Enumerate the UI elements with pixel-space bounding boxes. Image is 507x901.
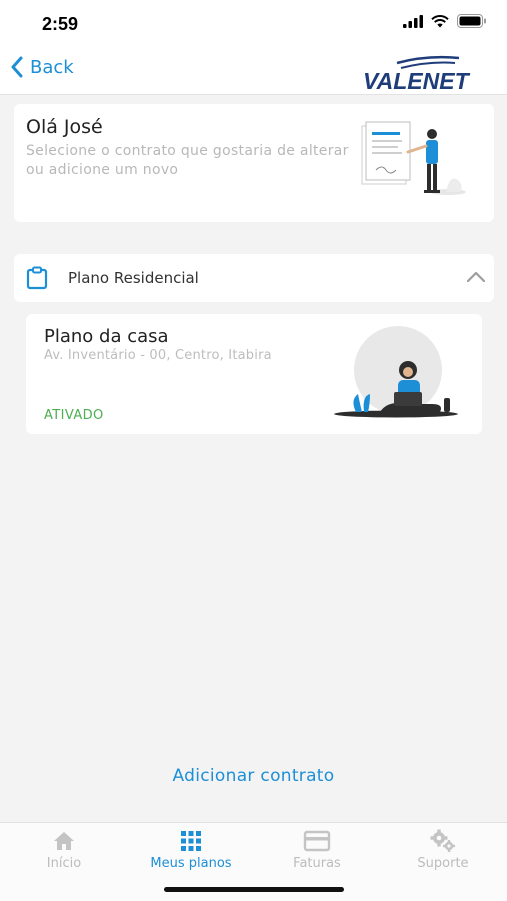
plan-address: Av. Inventário - 00, Centro, Itabira — [44, 348, 272, 363]
tab-inicio[interactable]: Início — [9, 829, 119, 871]
tab-faturas[interactable]: Faturas — [262, 829, 372, 871]
status-time: 2:59 — [42, 14, 79, 34]
back-label: Back — [30, 56, 74, 78]
greeting-title: Olá José — [26, 116, 103, 138]
valenet-logo: VALENET — [363, 55, 471, 92]
greeting-subtitle: Selecione o contrato que gostaria de alt… — [26, 143, 349, 178]
home-indicator — [164, 887, 344, 892]
status-icons — [403, 14, 487, 28]
add-contract-button[interactable]: Adicionar contrato — [0, 766, 507, 786]
tab-label: Faturas — [293, 856, 341, 871]
greeting-card: Olá José Selecione o contrato que gostar… — [14, 104, 494, 222]
logo-text: VALENET — [363, 68, 471, 92]
back-button[interactable]: Back — [10, 56, 74, 78]
tab-meus-planos[interactable]: Meus planos — [136, 829, 246, 871]
plan-section-header[interactable]: Plano Residencial — [14, 254, 494, 302]
plan-title: Plano da casa — [44, 326, 169, 347]
signal-icon — [403, 14, 423, 28]
plan-card[interactable]: Plano da casa Av. Inventário - 00, Centr… — [26, 314, 482, 434]
chevron-up-icon[interactable] — [466, 270, 486, 284]
tab-label: Suporte — [417, 856, 469, 871]
clipboard-icon — [26, 266, 48, 290]
person-laptop-illustration — [334, 326, 458, 418]
plan-status-badge: ATIVADO — [44, 408, 104, 423]
battery-icon — [457, 14, 486, 28]
contract-illustration — [361, 121, 466, 195]
grid-icon — [181, 831, 201, 851]
nav-bar: Back VALENET — [0, 48, 507, 95]
tab-label: Meus planos — [150, 856, 232, 871]
wifi-icon — [431, 14, 449, 27]
credit-card-icon — [303, 830, 331, 852]
tab-label: Início — [46, 856, 82, 871]
tab-bar: Início Meus planos Faturas Suporte — [0, 822, 507, 901]
tab-suporte[interactable]: Suporte — [388, 829, 498, 871]
home-icon — [54, 832, 74, 850]
gears-icon — [430, 829, 455, 852]
chevron-left-icon — [11, 56, 23, 78]
section-title: Plano Residencial — [68, 269, 199, 287]
status-bar: 2:59 — [0, 0, 507, 48]
